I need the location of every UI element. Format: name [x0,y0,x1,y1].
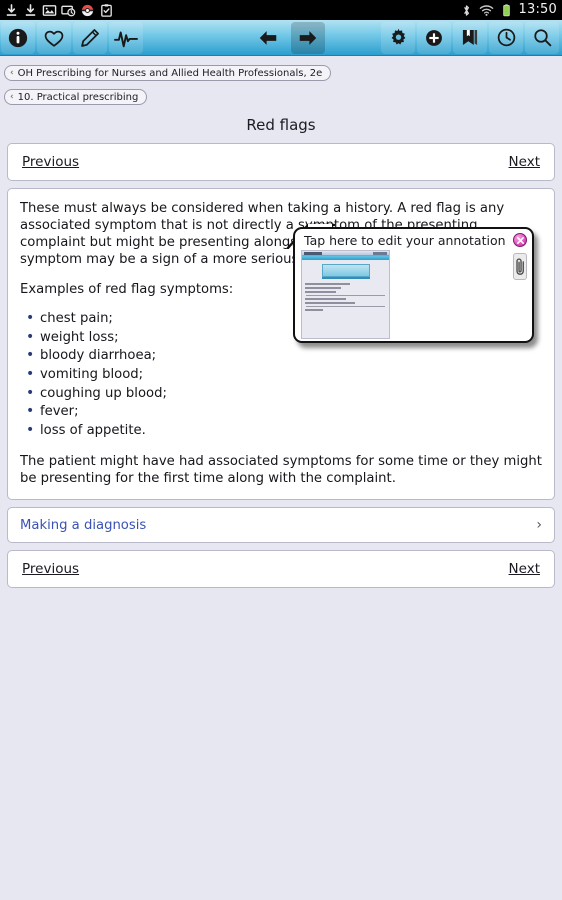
toolbar-left-group [0,20,144,56]
previous-link-top[interactable]: Previous [22,154,79,170]
next-section-card[interactable]: Making a diagnosis › [7,507,555,544]
favourites-button[interactable] [37,21,71,54]
wifi-icon [479,4,493,16]
image-icon [42,4,57,16]
status-bar-left-icons [4,3,114,18]
list-item: bloody diarrhoea; [22,346,542,366]
add-button[interactable] [417,21,451,54]
download-icon [25,3,36,16]
status-bar-clock: 13:50 [518,2,557,17]
bluetooth-icon [463,4,469,16]
annotate-button[interactable] [73,21,107,54]
status-bar-right-icons: 13:50 [459,0,557,20]
list-item: coughing up blood; [22,384,542,404]
annotation-popup[interactable]: Tap here to edit your annotation [286,215,534,343]
breadcrumb-item-book[interactable]: ‹ OH Prescribing for Nurses and Allied H… [4,65,332,81]
toolbar-center-group [250,20,326,56]
download-icon [6,3,17,16]
plus-circle-icon [426,29,442,46]
next-link-top[interactable]: Next [509,154,540,170]
previous-link-bottom[interactable]: Previous [22,561,79,577]
back-button[interactable] [251,22,285,54]
search-icon [533,29,551,47]
toolbar-right-group [380,20,560,56]
pokeball-icon [81,4,94,16]
vitals-button[interactable] [109,21,143,54]
paragraph-closing: The patient might have had associated sy… [20,453,542,487]
pencil-icon [81,28,99,47]
page-title: Red flags [246,116,316,134]
battery-icon [502,3,510,16]
info-button[interactable] [1,21,35,54]
breadcrumb-label: OH Prescribing for Nurses and Allied Hea… [17,67,323,79]
chevron-left-icon: ‹ [10,68,14,78]
nav-card-top: Previous Next [7,143,555,181]
clipboard-check-icon [101,3,112,17]
gear-icon [391,28,405,45]
list-item: loss of appetite. [22,421,542,441]
content-area: Previous Next These must always be consi… [0,143,562,589]
pulse-icon [114,31,138,47]
chevron-right-icon: › [536,517,542,534]
info-icon [8,28,28,47]
screenshot-clock-icon [61,5,76,16]
next-section-row[interactable]: Making a diagnosis › [8,508,554,542]
annotation-thumbnail[interactable] [301,250,390,339]
search-button[interactable] [525,21,559,54]
breadcrumb: ‹ OH Prescribing for Nurses and Allied H… [0,56,562,110]
nav-row-bottom: Previous Next [8,551,554,587]
history-button[interactable] [489,21,523,54]
annotation-title[interactable]: Tap here to edit your annotation [304,233,506,248]
breadcrumb-item-chapter[interactable]: ‹ 10. Practical prescribing [4,89,148,105]
attachment-button[interactable] [513,253,527,280]
nav-row-top: Previous Next [8,144,554,180]
list-item: vomiting blood; [22,365,542,385]
status-bar: 13:50 [0,0,562,20]
breadcrumb-label: 10. Practical prescribing [17,91,139,103]
bookmark-icon [462,30,478,45]
arrow-back-icon [259,30,277,45]
heart-icon [44,30,64,47]
arrow-forward-icon [299,30,317,45]
bookmarks-button[interactable] [453,21,487,54]
list-item: fever; [22,402,542,422]
nav-card-bottom: Previous Next [7,550,555,589]
forward-button[interactable] [291,21,325,54]
annotation-box[interactable]: Tap here to edit your annotation [293,227,534,343]
chevron-left-icon: ‹ [10,92,14,102]
next-section-label[interactable]: Making a diagnosis [20,518,146,533]
clock-icon [497,28,515,47]
close-icon [516,236,524,244]
next-link-bottom[interactable]: Next [509,561,540,577]
settings-button[interactable] [381,21,415,54]
close-button[interactable] [513,233,527,247]
app-toolbar [0,20,562,56]
paperclip-icon [515,257,524,275]
